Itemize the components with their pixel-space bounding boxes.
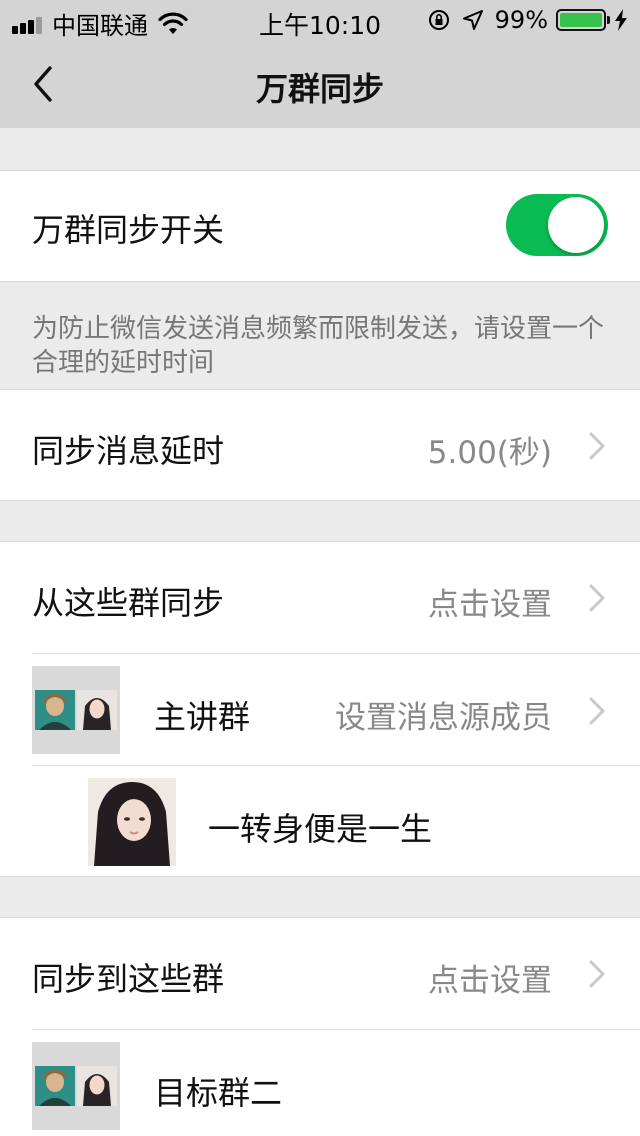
status-right: 99% (427, 6, 628, 34)
sync-delay-label: 同步消息延时 (32, 432, 225, 470)
battery-icon (556, 9, 610, 31)
to-groups-action: 点击设置 (428, 963, 552, 999)
battery-fill (560, 13, 602, 27)
source-group-name: 主讲群 (154, 698, 251, 736)
from-groups-action: 点击设置 (428, 587, 552, 623)
toggle-knob (548, 197, 604, 253)
member-avatar (88, 778, 176, 866)
source-group-row[interactable]: 主讲群 设置消息源成员 (0, 654, 640, 765)
target-group-name: 目标群二 (154, 1074, 283, 1112)
set-source-members-link: 设置消息源成员 (335, 700, 552, 736)
page-title: 万群同步 (255, 70, 384, 108)
chevron-right-icon (589, 697, 605, 725)
group-avatar (32, 666, 120, 754)
battery-percent: 99% (494, 6, 548, 34)
rotation-lock-icon (428, 10, 449, 30)
navigation-bar: 万群同步 (0, 40, 640, 128)
source-member-name: 一转身便是一生 (208, 810, 433, 848)
sync-delay-row[interactable]: 同步消息延时 5.00(秒) (0, 389, 640, 501)
from-groups-section: 从这些群同步 点击设置 主讲群 设置消息源成员 一转身便是一生 (0, 541, 640, 877)
to-groups-label: 同步到这些群 (32, 960, 225, 998)
to-groups-header[interactable]: 同步到这些群 点击设置 (0, 918, 640, 1029)
chevron-right-icon (589, 584, 605, 612)
charging-bolt-icon (615, 9, 627, 31)
chevron-right-icon (589, 960, 605, 988)
status-bar: 中国联通 上午10:10 99% (0, 0, 640, 40)
sync-switch-label: 万群同步开关 (32, 211, 225, 249)
chevron-right-icon (589, 432, 605, 460)
delay-hint-text: 为防止微信发送消息频繁而限制发送，请设置一个合理的延时时间 (32, 314, 605, 378)
location-arrow-icon (462, 10, 483, 30)
member-avatar-icon (35, 1066, 75, 1106)
sync-delay-value: 5.00(秒) (427, 435, 552, 471)
source-member-row: 一转身便是一生 (0, 766, 640, 877)
group-avatar (32, 1042, 120, 1130)
member-avatar-icon (35, 690, 75, 730)
member-avatar-icon (77, 690, 117, 730)
member-avatar-icon (77, 1066, 117, 1106)
from-groups-label: 从这些群同步 (32, 584, 225, 622)
sync-switch-toggle[interactable] (506, 194, 608, 256)
member-photo-icon (88, 778, 176, 866)
to-groups-section: 同步到这些群 点击设置 目标群二 (0, 917, 640, 1136)
from-groups-header[interactable]: 从这些群同步 点击设置 (0, 542, 640, 653)
target-group-row: 目标群二 (0, 1030, 640, 1136)
